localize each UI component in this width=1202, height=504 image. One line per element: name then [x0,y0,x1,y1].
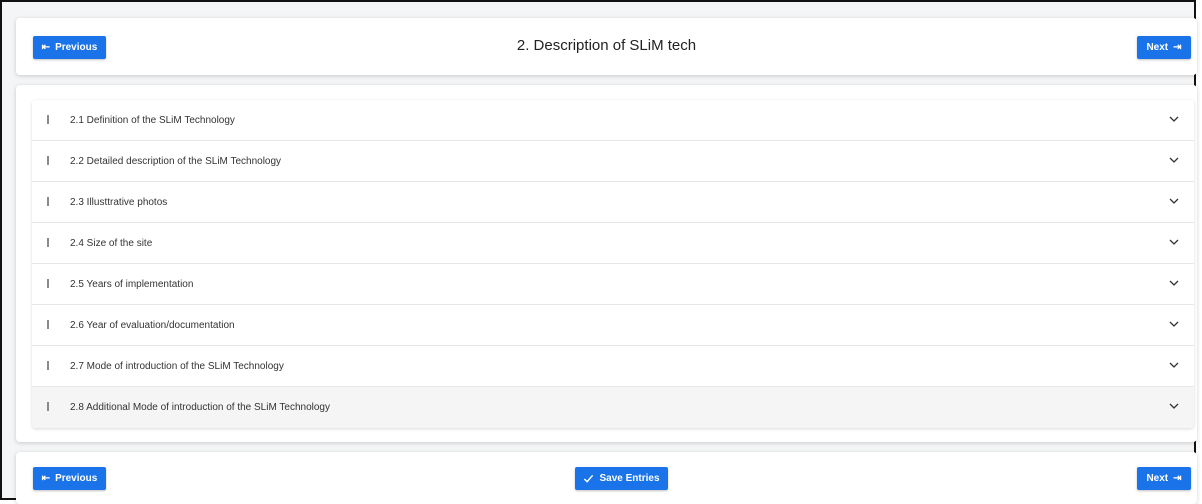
chevron-down-icon [1169,403,1179,409]
accordion-item[interactable]: 2.4 Size of the site [32,223,1194,264]
page-title: 2. Description of SLiM tech [516,37,697,54]
save-entries-button[interactable]: Save Entries [575,467,668,490]
arrow-right-bar-icon: ⇥ [1173,472,1182,484]
arrow-right-bar-icon: ⇥ [1173,41,1182,53]
chevron-down-icon [1169,239,1179,245]
accordion-item[interactable]: 2.2 Detailed description of the SLiM Tec… [32,141,1194,182]
drag-handle-icon [47,320,49,329]
drag-handle-icon [47,402,49,411]
chevron-down-icon [1169,362,1179,368]
app-frame: ⇤ Previous 2. Description of SLiM tech N… [0,0,1197,504]
accordion-item-label: 2.1 Definition of the SLiM Technology [70,114,235,126]
save-label: Save Entries [599,473,660,484]
accordion-list: 2.1 Definition of the SLiM Technology 2.… [32,100,1194,428]
chevron-down-icon [1169,157,1179,163]
next-button-top[interactable]: Next ⇥ [1137,36,1191,59]
drag-handle-icon [47,197,49,206]
footer-card: ⇤ Previous Save Entries Next ⇥ [16,452,1197,504]
chevron-down-icon [1169,198,1179,204]
chevron-down-icon [1169,116,1179,122]
accordion-item-label: 2.3 Illusttrative photos [70,196,168,208]
accordion-item-label: 2.7 Mode of introduction of the SLiM Tec… [70,360,284,372]
accordion-item[interactable]: 2.1 Definition of the SLiM Technology [32,100,1194,141]
sections-card: 2.1 Definition of the SLiM Technology 2.… [16,85,1197,442]
previous-button-bottom[interactable]: ⇤ Previous [33,467,106,490]
next-label: Next [1146,473,1169,484]
accordion-item-label: 2.8 Additional Mode of introduction of t… [70,402,330,413]
accordion-item-label: 2.4 Size of the site [70,237,153,249]
accordion-item[interactable]: 2.8 Additional Mode of introduction of t… [32,387,1194,428]
accordion-item-label: 2.6 Year of evaluation/documentation [70,319,235,331]
accordion-item[interactable]: 2.7 Mode of introduction of the SLiM Tec… [32,346,1194,387]
checkmark-icon [584,474,594,483]
drag-handle-icon [47,279,49,288]
drag-handle-icon [47,115,49,124]
arrow-left-bar-icon: ⇤ [41,472,51,484]
accordion-item-label: 2.2 Detailed description of the SLiM Tec… [70,155,282,167]
chevron-down-icon [1169,280,1179,286]
accordion-item-label: 2.5 Years of implementation [70,278,194,290]
next-button-bottom[interactable]: Next ⇥ [1137,467,1191,490]
header-card: ⇤ Previous 2. Description of SLiM tech N… [16,18,1197,75]
next-label: Next [1146,42,1169,53]
accordion-item[interactable]: 2.3 Illusttrative photos [32,182,1194,223]
drag-handle-icon [47,238,49,247]
drag-handle-icon [47,156,49,165]
chevron-down-icon [1169,321,1179,327]
accordion-item[interactable]: 2.6 Year of evaluation/documentation [32,305,1194,346]
drag-handle-icon [47,361,49,370]
accordion-item[interactable]: 2.5 Years of implementation [32,264,1194,305]
previous-label: Previous [55,473,98,484]
